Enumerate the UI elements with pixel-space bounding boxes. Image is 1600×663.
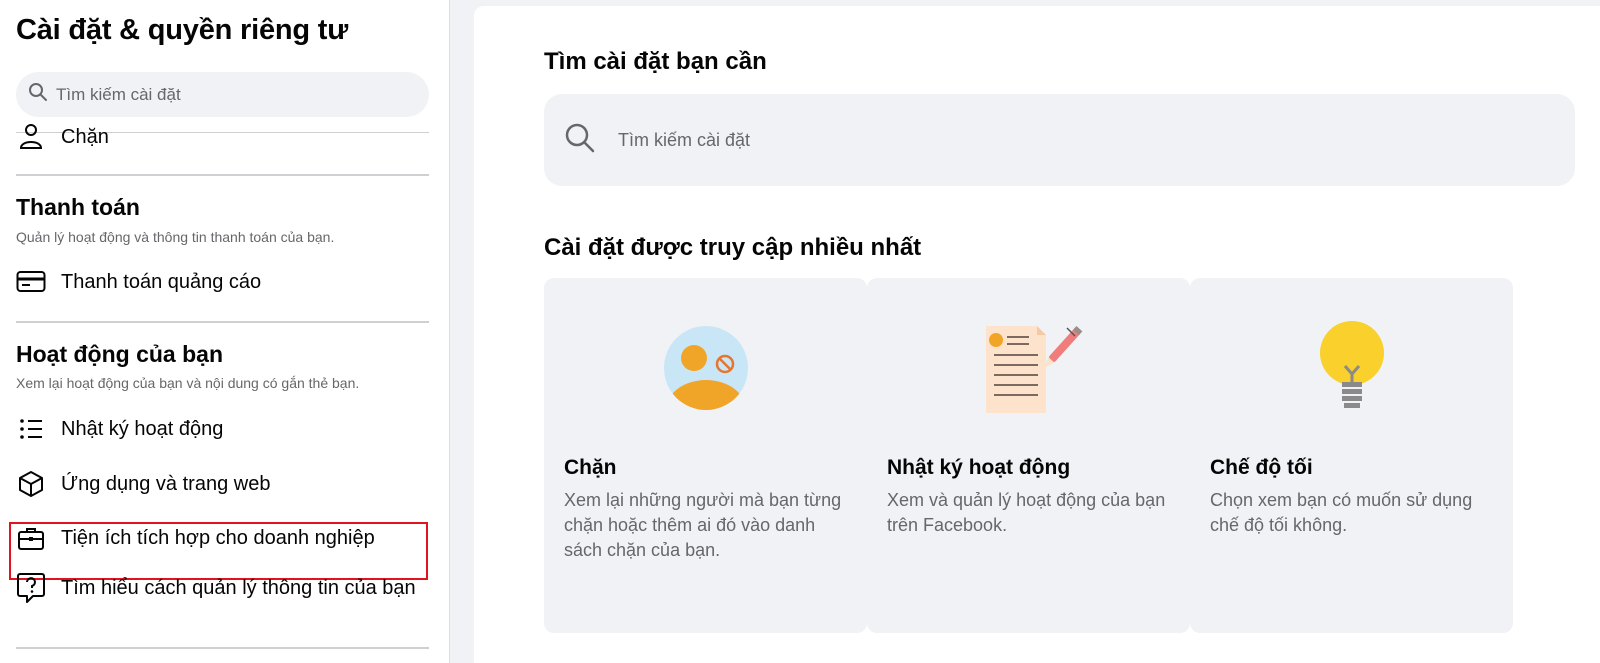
sidebar-item-label: Ứng dụng và trang web [61, 473, 271, 495]
blocked-person-icon [544, 318, 867, 418]
card-title: Chế độ tối [1210, 456, 1313, 479]
block-person-icon [16, 122, 46, 152]
sidebar-search-box[interactable] [16, 72, 429, 117]
card-description: Xem và quản lý hoạt động của bạn trên Fa… [887, 490, 1166, 535]
list-icon [16, 414, 46, 444]
search-icon [28, 82, 48, 107]
sidebar-item-block[interactable]: Chặn [16, 122, 429, 152]
main-content: Tìm cài đặt bạn cần Cài đặt được truy cậ… [474, 6, 1600, 663]
section-desc-payments: Quản lý hoạt động và thông tin thanh toá… [16, 229, 335, 245]
credit-card-icon [16, 267, 46, 297]
search-icon [564, 122, 596, 159]
question-bubble-icon [16, 573, 46, 603]
lightbulb-icon [1190, 318, 1513, 418]
section-desc-activity: Xem lại hoạt động của bạn và nội dung có… [16, 375, 360, 391]
card-activity-log[interactable]: Nhật ký hoạt động Xem và quản lý hoạt độ… [867, 278, 1190, 633]
divider [16, 174, 429, 176]
sidebar-item-activity-log[interactable]: Nhật ký hoạt động [16, 414, 429, 444]
card-title: Nhật ký hoạt động [887, 456, 1071, 479]
page-title: Cài đặt & quyền riêng tư [16, 14, 349, 46]
section-title-payments: Thanh toán [16, 194, 140, 220]
cube-icon [16, 469, 46, 499]
document-pencil-icon [867, 318, 1190, 418]
sidebar-search-input[interactable] [56, 84, 396, 105]
sidebar-item-label: Tìm hiểu cách quản lý thông tin của bạn [61, 577, 416, 599]
sidebar-item-apps-websites[interactable]: Ứng dụng và trang web [16, 469, 429, 499]
card-title: Chặn [564, 456, 617, 479]
main-title: Tìm cài đặt bạn cần [544, 48, 767, 75]
highlight-box [9, 522, 428, 580]
sidebar-item-manage-info[interactable]: Tìm hiểu cách quản lý thông tin của bạn [16, 573, 429, 603]
sidebar-item-ad-payments[interactable]: Thanh toán quảng cáo [16, 267, 429, 297]
most-used-title: Cài đặt được truy cập nhiều nhất [544, 234, 922, 261]
settings-sidebar: Cài đặt & quyền riêng tư Chặn Thanh toán… [0, 0, 450, 663]
card-description: Xem lại những người mà bạn từng chặn hoặ… [564, 490, 842, 560]
divider [16, 321, 429, 323]
sidebar-item-label: Thanh toán quảng cáo [61, 271, 262, 293]
main-search-input[interactable] [618, 129, 1518, 151]
sidebar-item-label: Nhật ký hoạt động [61, 418, 224, 440]
card-description: Chọn xem bạn có muốn sử dụng chế độ tối … [1210, 490, 1473, 535]
card-dark-mode[interactable]: Chế độ tối Chọn xem bạn có muốn sử dụng … [1190, 278, 1513, 633]
divider [16, 647, 429, 649]
main-search-box[interactable] [544, 94, 1575, 186]
card-block[interactable]: Chặn Xem lại những người mà bạn từng chặ… [544, 278, 867, 633]
sidebar-item-label: Chặn [61, 126, 109, 148]
section-title-activity: Hoạt động của bạn [16, 341, 223, 367]
